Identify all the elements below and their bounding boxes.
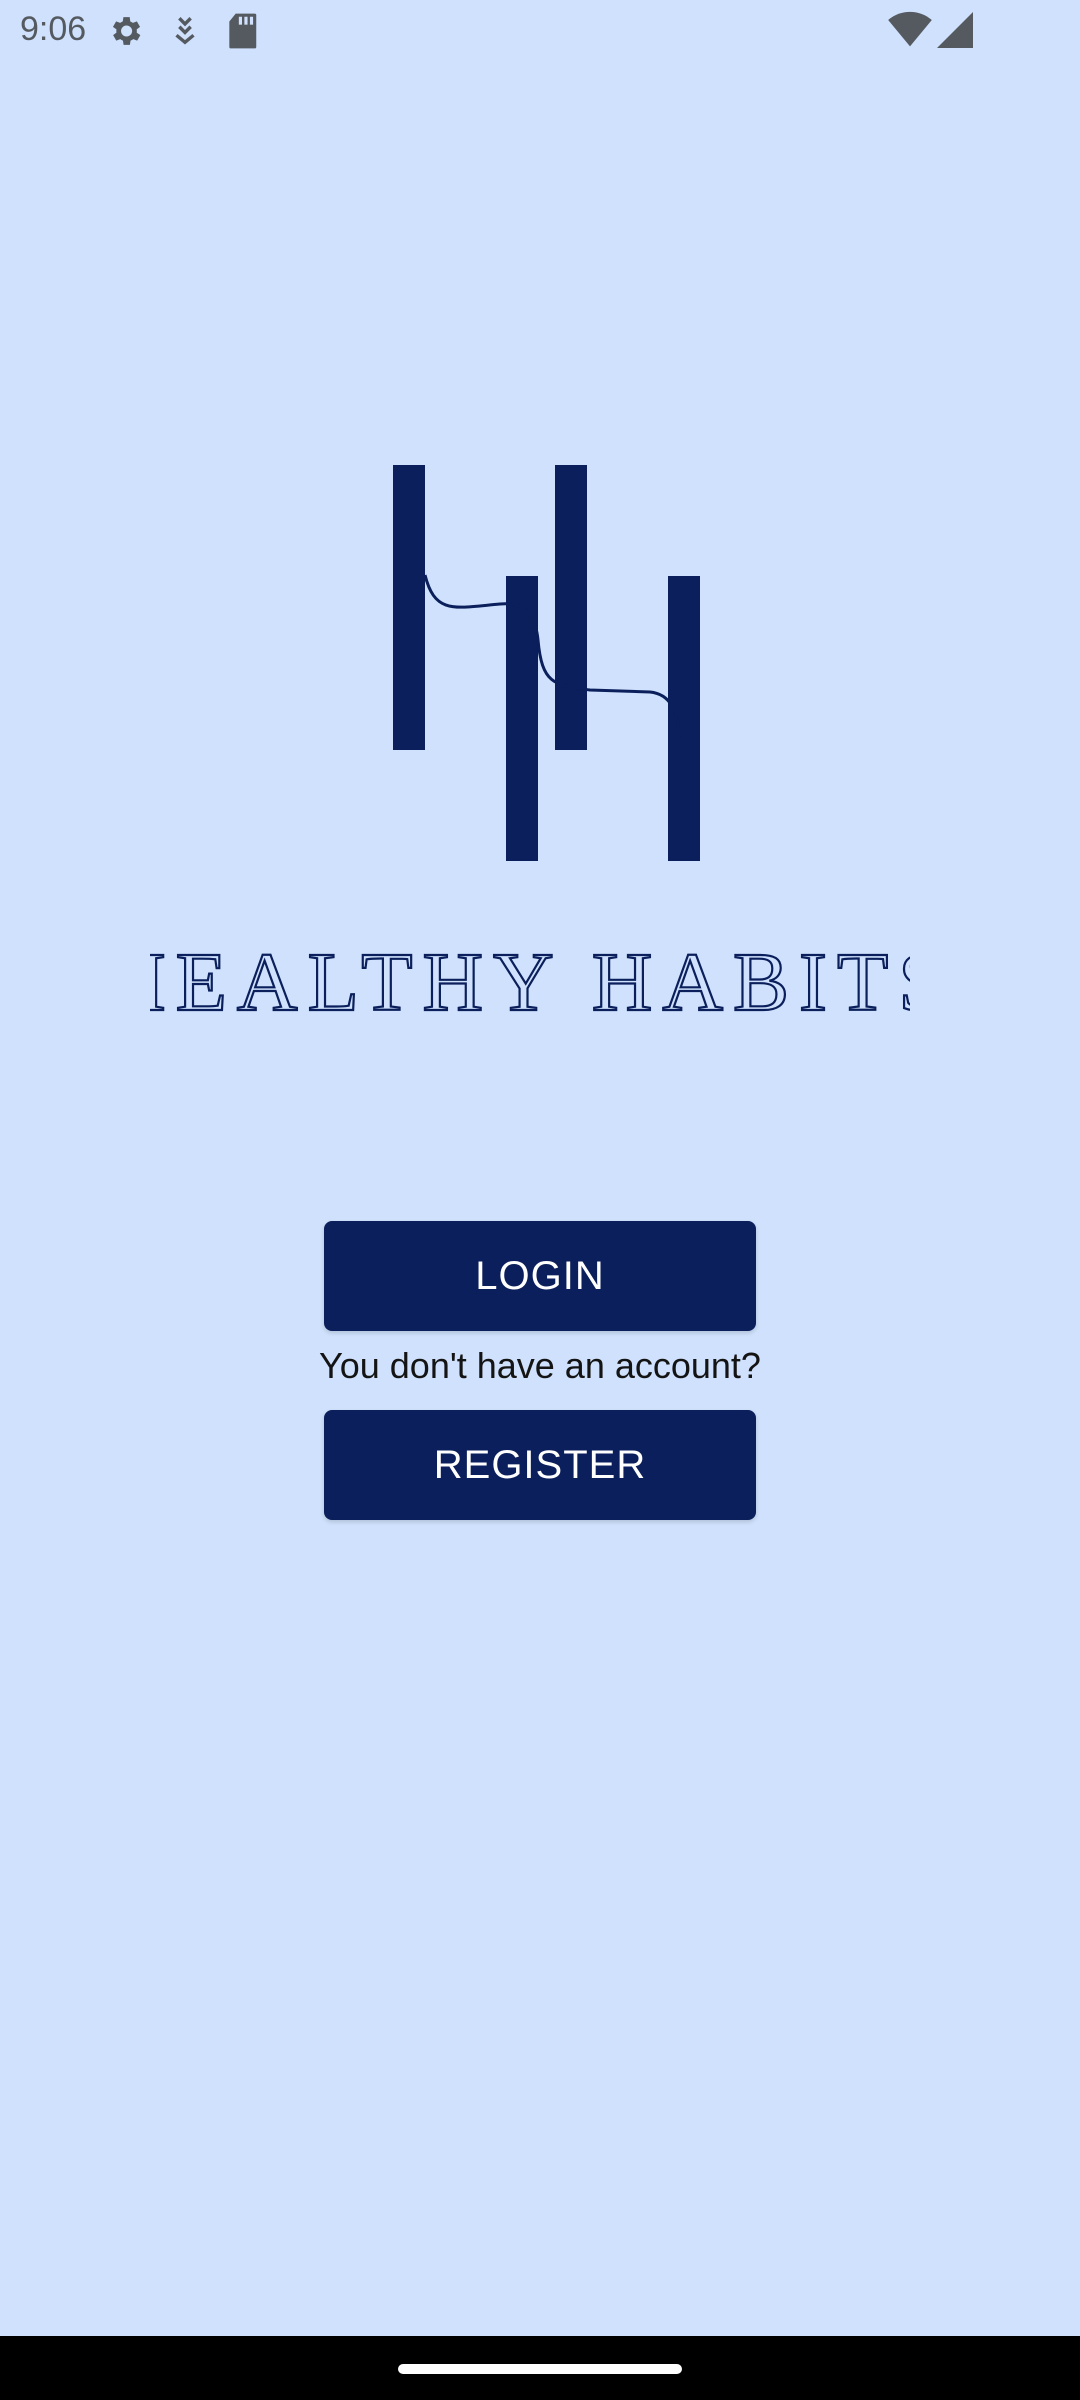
home-gesture-handle[interactable] bbox=[398, 2364, 682, 2374]
download-icon bbox=[168, 12, 202, 55]
register-button[interactable]: REGISTER bbox=[324, 1410, 756, 1520]
gear-icon bbox=[106, 12, 144, 55]
brand-name-text: HEALTHY HABITS bbox=[150, 936, 910, 1020]
brand-name: HEALTHY HABITS bbox=[104, 930, 946, 1030]
cell-signal-icon bbox=[936, 12, 974, 53]
status-bar: 9:06 bbox=[0, 0, 1080, 64]
wifi-icon bbox=[888, 10, 932, 55]
login-button-label: LOGIN bbox=[475, 1253, 605, 1298]
hh-monogram-logo bbox=[360, 440, 720, 880]
no-account-prompt: You don't have an account? bbox=[319, 1345, 761, 1386]
login-button[interactable]: LOGIN bbox=[324, 1221, 756, 1331]
register-button-label: REGISTER bbox=[433, 1442, 647, 1487]
status-time: 9:06 bbox=[20, 10, 87, 48]
system-navigation-bar bbox=[0, 2336, 1080, 2400]
sd-card-icon bbox=[226, 12, 258, 55]
